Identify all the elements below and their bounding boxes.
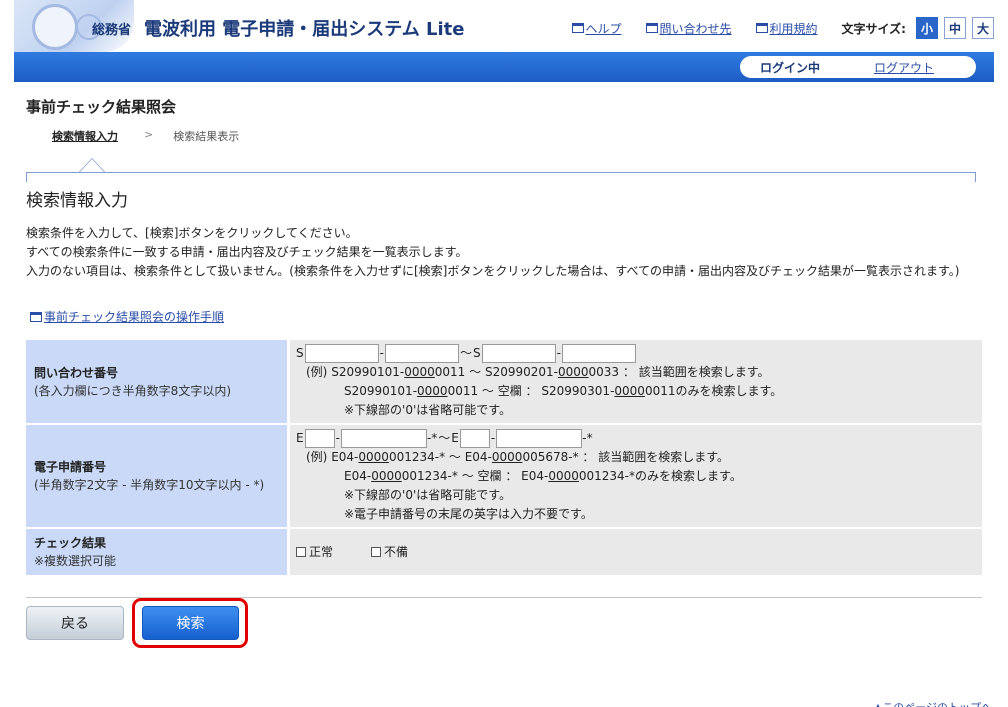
step-current: 検索情報入力	[52, 130, 118, 143]
page-top-link[interactable]: ▲このページのトップへ	[874, 699, 992, 707]
terms-link[interactable]: 利用規約	[755, 20, 818, 37]
window-icon	[645, 23, 658, 33]
eapp-row: 電子申請番号 (半角数字2文字 - 半角数字10文字以内 - *) E - -*…	[26, 425, 982, 527]
eapp-label: 電子申請番号	[34, 460, 107, 474]
description: 検索条件を入力して、[検索]ボタンをクリックしてください。 すべての検索条件に一…	[26, 224, 981, 281]
logout-link[interactable]: ログアウト	[874, 59, 934, 76]
eapp-to-part2-input[interactable]	[496, 428, 583, 448]
guide-link[interactable]: 事前チェック結果照会の操作手順	[30, 308, 224, 325]
eapp-label-cell: 電子申請番号 (半角数字2文字 - 半角数字10文字以内 - *)	[26, 425, 287, 527]
header: 総務省 電波利用 電子申請・届出システム Lite ヘルプ 問い合わせ先 利用規…	[0, 0, 1008, 52]
search-button-highlight	[132, 598, 248, 648]
section-title: 検索情報入力	[26, 191, 128, 211]
font-size-medium-button[interactable]: 中	[944, 17, 966, 39]
check-value-cell: 正常 不備	[290, 529, 982, 575]
login-panel: ログイン中 ログアウト	[740, 56, 976, 78]
inquiry-example-1: (例) S20990101-00000011 ～ S20990201-00000…	[306, 365, 770, 379]
inquiry-label: 問い合わせ番号	[34, 365, 119, 380]
check-row: チェック結果 ※複数選択可能 正常 不備	[26, 529, 982, 575]
description-line: すべての検索条件に一致する申請・届出内容及びチェック結果を一覧表示します。	[26, 245, 468, 259]
eapp-note-1: ※下線部の'0'は省略可能です。	[344, 488, 512, 502]
check-sub-label: ※複数選択可能	[34, 554, 117, 568]
font-size-label: 文字サイズ:	[841, 21, 906, 36]
eapp-to-part1-input[interactable]	[459, 428, 490, 448]
inquiry-to-part1-input[interactable]	[481, 343, 556, 363]
inquiry-from-part1-input[interactable]	[304, 343, 379, 363]
ministry-name: 総務省	[92, 23, 132, 38]
header-links: ヘルプ 問い合わせ先 利用規約 文字サイズ: 小 中 大	[571, 17, 994, 39]
nav-bar: ログイン中 ログアウト	[14, 52, 994, 82]
description-line: 検索条件を入力して、[検索]ボタンをクリックしてください。	[26, 226, 358, 240]
eapp-from-part2-input[interactable]	[340, 428, 427, 448]
inquiry-from-part2-input[interactable]	[384, 343, 459, 363]
login-status: ログイン中	[760, 60, 821, 75]
window-icon	[30, 311, 42, 322]
inquiry-to-part2-input[interactable]	[561, 343, 636, 363]
font-size-small-button[interactable]: 小	[916, 17, 938, 39]
inquiry-value-cell: S - ～ S - (例) S20990101-00000011 ～ S2099…	[290, 340, 982, 423]
back-button[interactable]: 戻る	[26, 606, 124, 640]
eapp-from-part1-input[interactable]	[304, 428, 335, 448]
window-icon	[755, 23, 768, 33]
check-normal-option[interactable]: 正常	[296, 543, 333, 562]
section-divider	[26, 172, 976, 182]
inquiry-sub-label: (各入力欄につき半角数字8文字以内)	[34, 383, 231, 398]
contact-link[interactable]: 問い合わせ先	[645, 20, 732, 37]
eapp-example-2: E04-0000001234-* ～ 空欄 ： E04-0000001234-*…	[344, 469, 742, 483]
page-title: 事前チェック結果照会	[26, 98, 177, 116]
eapp-value-cell: E - -* ～ E - -* (例) E04-0000001234-* ～ E…	[290, 425, 982, 527]
help-link[interactable]: ヘルプ	[571, 20, 622, 37]
check-deficient-option[interactable]: 不備	[371, 543, 408, 562]
eapp-example-1: (例) E04-0000001234-* ～ E04-0000005678-* …	[306, 450, 730, 464]
eapp-note-2: ※電子申請番号の末尾の英字は入力不要です。	[344, 507, 593, 521]
check-label-cell: チェック結果 ※複数選択可能	[26, 529, 287, 575]
eapp-sub-label: (半角数字2文字 - 半角数字10文字以内 - *)	[34, 478, 265, 492]
inquiry-inputs: S - ～ S -	[296, 343, 976, 363]
description-line: 入力のない項目は、検索条件として扱いません。(検索条件を入力せずに[検索]ボタン…	[26, 264, 960, 278]
system-title: 電波利用 電子申請・届出システム Lite	[144, 19, 465, 40]
check-options: 正常 不備	[296, 532, 976, 572]
window-icon	[571, 23, 584, 33]
inquiry-label-cell: 問い合わせ番号 (各入力欄につき半角数字8文字以内)	[26, 340, 287, 423]
step-pointer	[78, 158, 106, 173]
checkbox-deficient[interactable]	[371, 547, 382, 557]
step-next: 検索結果表示	[173, 130, 240, 143]
search-form: 問い合わせ番号 (各入力欄につき半角数字8文字以内) S - ～ S - (例)…	[26, 340, 982, 577]
inquiry-row: 問い合わせ番号 (各入力欄につき半角数字8文字以内) S - ～ S - (例)…	[26, 340, 982, 423]
inquiry-example-2: S20990101-00000011 ～ 空欄 ： S20990301-0000…	[344, 384, 783, 398]
step-indicator: 検索情報入力 > 検索結果表示	[52, 128, 239, 144]
checkbox-normal[interactable]	[296, 547, 306, 557]
check-label: チェック結果	[34, 536, 107, 550]
inquiry-note: ※下線部の'0'は省略可能です。	[344, 403, 512, 417]
font-size-large-button[interactable]: 大	[972, 17, 994, 39]
step-separator: >	[144, 128, 154, 141]
eapp-inputs: E - -* ～ E - -*	[296, 428, 976, 448]
